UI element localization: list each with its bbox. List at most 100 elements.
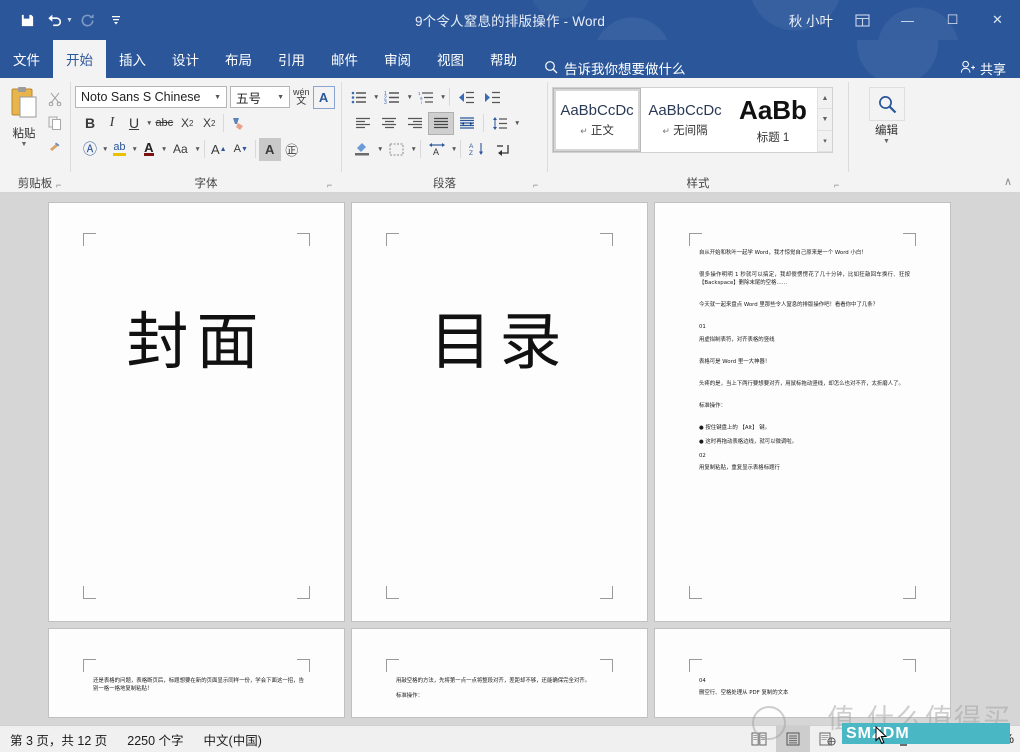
web-layout-icon[interactable] <box>810 726 844 752</box>
enclose-characters-icon[interactable]: ㊣ <box>281 138 303 161</box>
underline-button[interactable]: U <box>123 112 145 135</box>
justify-icon[interactable] <box>428 111 454 135</box>
borders-dropdown-icon[interactable]: ▼ <box>410 146 416 153</box>
editing-button[interactable]: 编辑 ▼ <box>856 84 918 146</box>
bold-button[interactable]: B <box>79 112 101 135</box>
zoom-control[interactable]: − + <box>844 732 982 747</box>
paste-button[interactable]: 粘贴 ▼ <box>4 84 44 149</box>
font-name-combo[interactable]: Noto Sans S Chinese ▼ <box>75 86 227 108</box>
align-right-icon[interactable] <box>402 112 428 135</box>
style-item-normal[interactable]: AaBbCcDc ↵ 正文 <box>553 88 641 152</box>
align-left-icon[interactable] <box>350 112 376 135</box>
sort-icon[interactable]: AZ <box>464 138 490 161</box>
styles-dialog-launcher-icon[interactable]: ⌐ <box>834 180 845 191</box>
show-formatting-marks-icon[interactable] <box>490 138 516 161</box>
borders-icon[interactable] <box>383 138 409 161</box>
document-canvas[interactable]: 封面 目录 自从开始和秋叶一起学 Word，我才惊觉自己原来是一个 Word 小… <box>0 194 1020 725</box>
tab-view[interactable]: 视图 <box>424 40 477 78</box>
tab-references[interactable]: 引用 <box>265 40 318 78</box>
page-indicator[interactable]: 第 3 页，共 12 页 <box>0 730 117 749</box>
align-center-icon[interactable] <box>376 112 402 135</box>
print-layout-icon[interactable] <box>776 726 810 752</box>
share-button[interactable]: 共享 <box>960 59 1006 78</box>
change-case-dropdown-icon[interactable]: ▼ <box>194 146 200 153</box>
line-spacing-dropdown-icon[interactable]: ▼ <box>514 120 520 127</box>
superscript-button[interactable]: X2 <box>198 112 220 135</box>
character-border-icon[interactable]: A <box>312 85 335 109</box>
change-case-icon[interactable]: Aa <box>167 138 193 161</box>
multilevel-list-icon[interactable]: 1ai <box>413 86 439 109</box>
text-highlight-icon[interactable]: ab <box>108 138 130 161</box>
distributed-align-icon[interactable] <box>454 112 480 135</box>
font-color-icon[interactable]: A <box>138 138 160 161</box>
phonetic-guide-icon[interactable]: wén 文 <box>290 86 313 109</box>
tab-help[interactable]: 帮助 <box>477 40 530 78</box>
editing-dropdown-icon[interactable]: ▼ <box>883 138 890 146</box>
increase-indent-icon[interactable] <box>479 86 505 109</box>
paragraph: 还是表格的问题，表格断页后，标题想要在新的页面显示同样一份，学会下面这一招，告别… <box>93 678 304 693</box>
divider <box>460 140 462 158</box>
font-dialog-launcher-icon[interactable]: ⌐ <box>327 180 338 191</box>
clear-formatting-icon[interactable] <box>227 112 250 135</box>
read-mode-icon[interactable] <box>742 726 776 752</box>
close-button[interactable]: ✕ <box>975 0 1020 40</box>
strikethrough-button[interactable]: abc <box>152 112 176 135</box>
ribbon-display-options-icon[interactable] <box>847 6 877 34</box>
paste-dropdown-icon[interactable]: ▼ <box>21 141 28 149</box>
zoom-slider-thumb[interactable] <box>900 732 907 746</box>
tab-mailings[interactable]: 邮件 <box>318 40 371 78</box>
grow-font-icon[interactable]: A ▲ <box>208 138 230 161</box>
document-page[interactable]: 自从开始和秋叶一起学 Word，我才惊觉自己原来是一个 Word 小白！ 很多操… <box>654 202 951 622</box>
paragraph-dialog-launcher-icon[interactable]: ⌐ <box>533 180 544 191</box>
tab-insert[interactable]: 插入 <box>106 40 159 78</box>
style-item-heading-1[interactable]: AaBb 标题 1 <box>729 88 817 152</box>
cut-icon[interactable] <box>44 88 66 110</box>
font-size-combo[interactable]: 五号 ▼ <box>230 86 290 108</box>
tab-home[interactable]: 开始 <box>53 40 106 78</box>
styles-more-icon[interactable]: ▾ <box>818 130 832 152</box>
tab-design[interactable]: 设计 <box>159 40 212 78</box>
zoom-in-button[interactable]: + <box>962 732 976 747</box>
asian-layout-dropdown-icon[interactable]: ▼ <box>451 146 457 153</box>
line-spacing-icon[interactable] <box>487 112 513 135</box>
zoom-percentage[interactable]: 50% <box>982 732 1020 746</box>
maximize-button[interactable]: ☐ <box>930 0 975 40</box>
document-page[interactable]: 还是表格的问题，表格断页后，标题想要在新的页面显示同样一份，学会下面这一招，告别… <box>48 628 345 718</box>
italic-button[interactable]: I <box>101 112 123 135</box>
page-grid: 封面 目录 自从开始和秋叶一起学 Word，我才惊觉自己原来是一个 Word 小… <box>0 202 1020 718</box>
document-page[interactable]: 目录 <box>351 202 648 622</box>
clipboard-dialog-launcher-icon[interactable]: ⌐ <box>56 180 67 191</box>
styles-scroll-up-icon[interactable]: ▲ <box>818 88 832 110</box>
tell-me-search[interactable]: 告诉我你想要做什么 <box>544 58 686 78</box>
bullet-item: ● 按住键盘上的 【Alt】 键。 <box>699 424 771 431</box>
asian-layout-icon[interactable]: A <box>424 138 450 161</box>
text-effects-icon[interactable]: Ⓐ <box>79 138 101 161</box>
minimize-button[interactable]: — <box>885 0 930 40</box>
subscript-button[interactable]: X2 <box>176 112 198 135</box>
format-painter-icon[interactable] <box>44 136 66 158</box>
copy-icon[interactable] <box>44 112 66 134</box>
shading-icon[interactable] <box>350 138 376 161</box>
mouse-cursor <box>875 725 889 751</box>
account-name[interactable]: 秋 小叶 <box>789 10 833 30</box>
style-item-no-spacing[interactable]: AaBbCcDc ↵ 无间隔 <box>641 88 729 152</box>
multilevel-dropdown-icon[interactable]: ▼ <box>440 94 446 101</box>
language-indicator[interactable]: 中文(中国) <box>194 730 272 749</box>
tab-review[interactable]: 审阅 <box>371 40 424 78</box>
tab-file[interactable]: 文件 <box>0 40 53 78</box>
chevron-down-icon[interactable]: ▼ <box>274 94 287 101</box>
document-page[interactable]: 04 删空行、空格处理从 PDF 复制的文本 <box>654 628 951 718</box>
document-page[interactable]: 用敲空格的方法，先将第一点一点将整段对齐，差距却不够，还能确保完全对齐。 标准操… <box>351 628 648 718</box>
tab-layout[interactable]: 布局 <box>212 40 265 78</box>
collapse-ribbon-icon[interactable]: ∧ <box>1004 175 1012 188</box>
character-shading-icon[interactable]: A <box>258 137 281 161</box>
decrease-indent-icon[interactable] <box>453 86 479 109</box>
styles-scroll-down-icon[interactable]: ▼ <box>818 109 832 131</box>
document-page[interactable]: 封面 <box>48 202 345 622</box>
shrink-font-icon[interactable]: A ▼ <box>230 138 252 161</box>
bullets-icon[interactable] <box>346 86 372 109</box>
zoom-out-button[interactable]: − <box>850 732 864 747</box>
word-count[interactable]: 2250 个字 <box>117 730 193 749</box>
numbering-icon[interactable]: 123 <box>379 86 405 109</box>
chevron-down-icon[interactable]: ▼ <box>211 94 224 101</box>
